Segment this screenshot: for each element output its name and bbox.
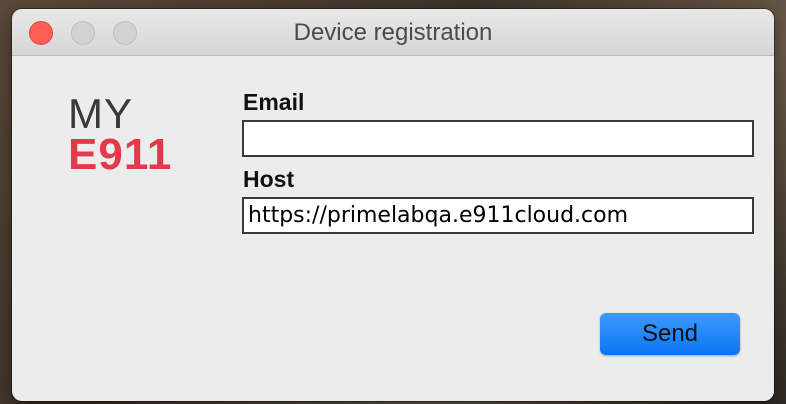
email-label: Email	[243, 89, 305, 115]
my-e911-logo: MY E911	[68, 93, 172, 177]
logo-text-my: MY	[68, 90, 133, 137]
host-label: Host	[243, 166, 295, 192]
window-title: Device registration	[293, 19, 493, 46]
logo-text-e911: E911	[68, 130, 173, 179]
email-field[interactable]	[242, 120, 754, 157]
host-field[interactable]	[242, 197, 754, 234]
dialog-window: Device registration MY E911 Email Host S…	[12, 9, 774, 401]
title-bar[interactable]: Device registration	[12, 9, 774, 56]
send-button[interactable]: Send	[600, 313, 740, 355]
